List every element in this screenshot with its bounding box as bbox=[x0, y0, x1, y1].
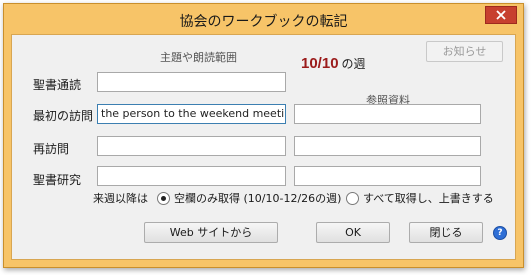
notice-button[interactable]: お知らせ bbox=[426, 41, 503, 62]
bible-reading-theme-input[interactable] bbox=[97, 72, 286, 92]
main-column-heading: 主題や朗読範囲 bbox=[160, 51, 237, 64]
initial-call-theme-input[interactable]: the person to the weekend meeting! bbox=[97, 104, 286, 124]
close-window-button[interactable] bbox=[485, 6, 517, 24]
bible-study-reference-input[interactable] bbox=[294, 166, 481, 186]
row-label-bible-study: 聖書研究 bbox=[33, 173, 82, 187]
radio-overwrite-all[interactable] bbox=[346, 192, 359, 205]
row-label-return-visit: 再訪問 bbox=[33, 142, 70, 156]
radio-selected-dot bbox=[161, 196, 166, 201]
help-icon[interactable]: ? bbox=[493, 226, 507, 240]
radio-fill-empty-only[interactable] bbox=[157, 192, 170, 205]
radio-overwrite-all-label[interactable]: すべて取得し、上書きする bbox=[363, 190, 494, 206]
bible-study-theme-input[interactable] bbox=[97, 166, 286, 186]
week-suffix: の週 bbox=[341, 57, 366, 71]
from-website-button[interactable]: Web サイトから bbox=[144, 222, 278, 243]
week-number: 10/10 bbox=[301, 55, 339, 72]
options-label: 来週以降は bbox=[93, 192, 148, 205]
initial-call-reference-input[interactable] bbox=[294, 104, 481, 124]
return-visit-theme-input[interactable] bbox=[97, 136, 286, 156]
week-indicator: 10/10 の週 bbox=[301, 55, 366, 72]
window-title: 協会のワークブックの転記 bbox=[179, 14, 348, 30]
row-label-initial-call: 最初の訪問 bbox=[33, 109, 94, 123]
radio-fill-empty-only-label[interactable]: 空欄のみ取得 (10/10-12/26の週) bbox=[174, 190, 341, 206]
close-icon bbox=[496, 10, 506, 20]
row-label-bible-reading: 聖書通読 bbox=[33, 78, 82, 92]
close-button[interactable]: 閉じる bbox=[409, 222, 483, 243]
dialog-window: 協会のワークブックの転記 主題や朗読範囲 10/10 の週 お知らせ 参照資料 聖… bbox=[3, 3, 524, 268]
ok-button[interactable]: OK bbox=[316, 222, 390, 243]
dialog-body: 主題や朗読範囲 10/10 の週 お知らせ 参照資料 聖書通読 最初の訪問 the… bbox=[11, 34, 516, 260]
title-bar[interactable]: 協会のワークブックの転記 bbox=[4, 4, 523, 34]
return-visit-reference-input[interactable] bbox=[294, 136, 481, 156]
